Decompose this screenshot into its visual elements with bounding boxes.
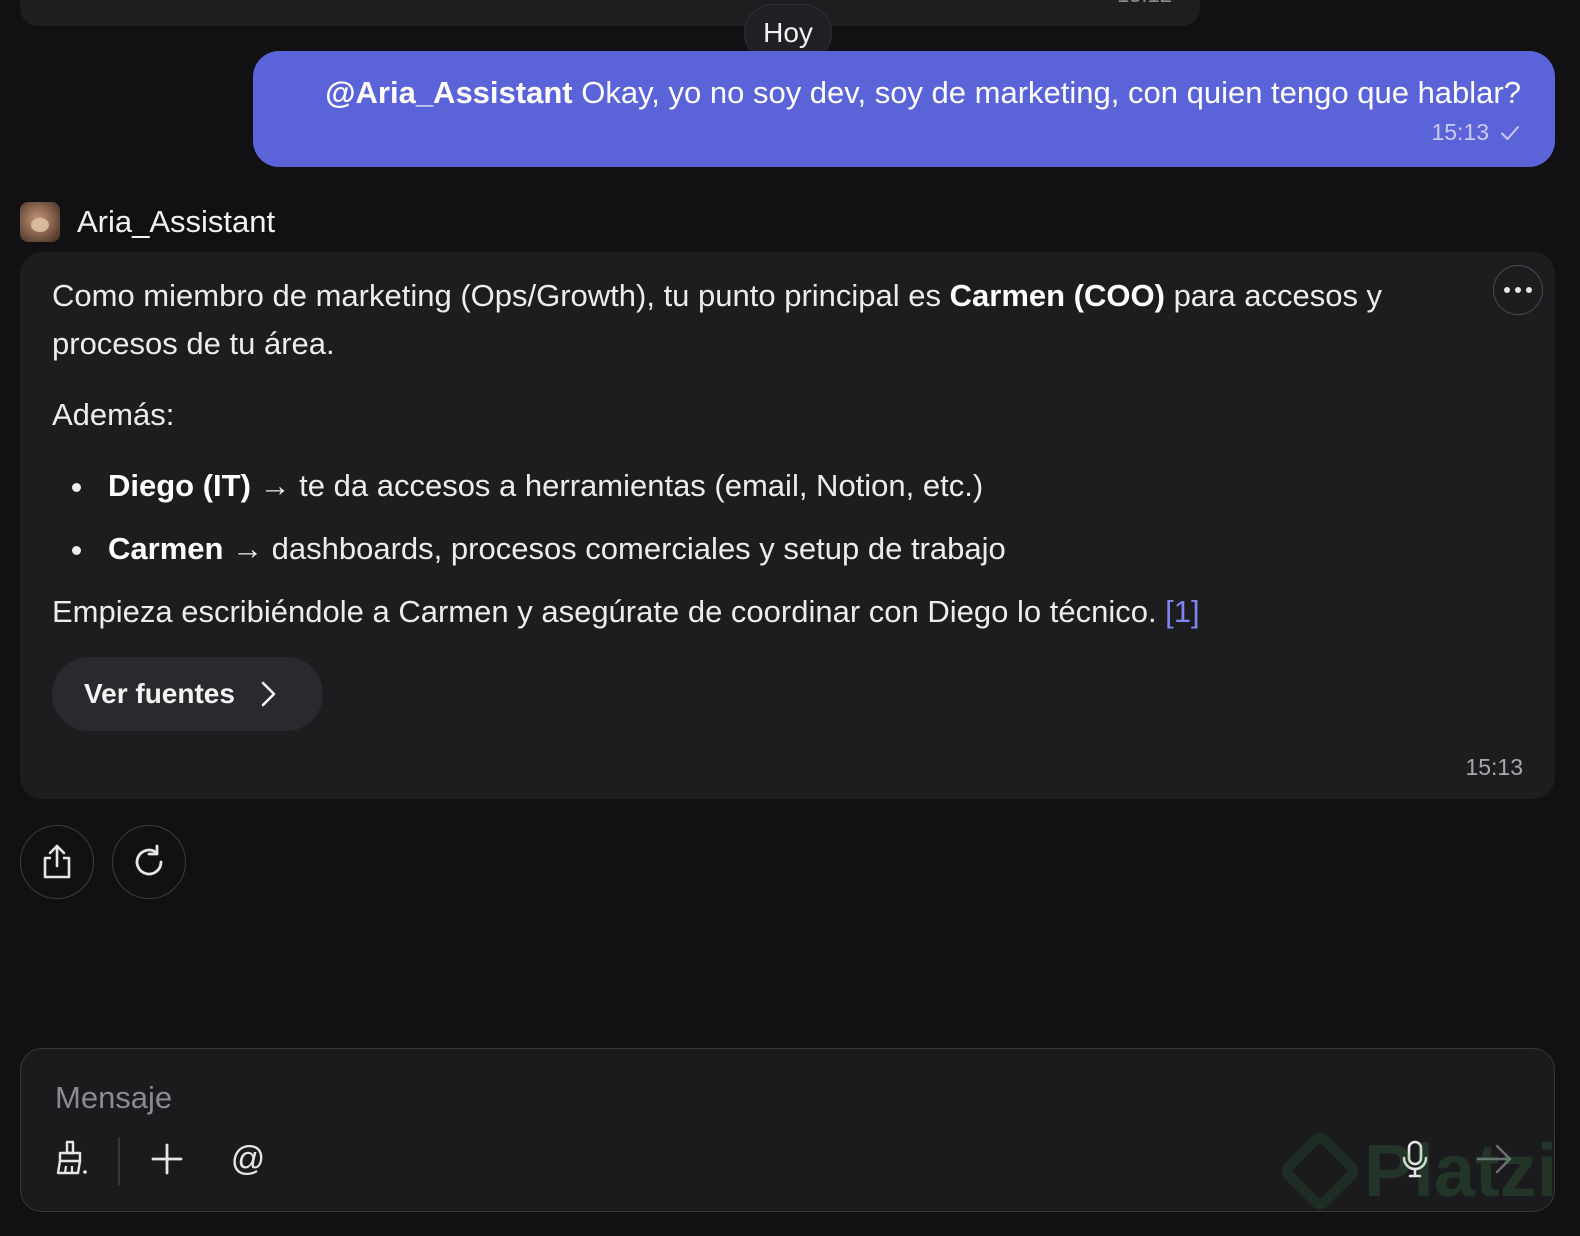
user-message-body: Okay, yo no soy dev, soy de marketing, c… (572, 75, 1521, 110)
sent-check-icon (1501, 125, 1519, 140)
user-message-text: @Aria_Assistant Okay, yo no soy dev, soy… (287, 71, 1521, 115)
assistant-message-card: Como miembro de marketing (Ops/Growth), … (20, 252, 1555, 799)
mention-button[interactable]: @ (226, 1135, 270, 1183)
ellipsis-dot (1504, 287, 1510, 293)
watermark-text: Platzi (1364, 1129, 1558, 1212)
view-sources-label: Ver fuentes (84, 678, 235, 709)
chat-view: 15:12 Hoy @Aria_Assistant Okay, yo no so… (0, 0, 1580, 1236)
add-attachment-button[interactable] (147, 1135, 187, 1183)
previous-message-bubble: 15:12 (20, 0, 1200, 26)
user-message-bubble: @Aria_Assistant Okay, yo no soy dev, soy… (253, 51, 1555, 167)
list-item: Carmen → dashboards, procesos comerciale… (52, 525, 1455, 573)
assistant-paragraph-2: Además: (52, 397, 175, 432)
plus-icon (151, 1143, 183, 1175)
paragraph-3-text: Empieza escribiéndole a Carmen y asegúra… (52, 594, 1166, 629)
regenerate-button[interactable] (112, 825, 186, 899)
user-message-meta: 15:13 (287, 119, 1521, 146)
bullet-bold: Diego (IT) (108, 468, 251, 503)
chevron-right-icon (261, 681, 276, 707)
user-message-time: 15:13 (1431, 119, 1489, 145)
view-sources-button[interactable]: Ver fuentes (52, 657, 323, 731)
assistant-avatar[interactable] (20, 202, 60, 242)
paragraph-1-bold: Carmen (COO) (949, 278, 1165, 313)
assistant-bullet-list: Diego (IT) → te da accesos a herramienta… (52, 462, 1455, 573)
toolbar-divider (118, 1137, 120, 1185)
previous-message-time: 15:12 (1117, 0, 1172, 8)
clear-brush-button[interactable] (51, 1135, 91, 1183)
brush-icon (56, 1140, 87, 1175)
assistant-paragraph-3: Empieza escribiéndole a Carmen y asegúra… (52, 588, 1455, 636)
more-options-button[interactable] (1493, 265, 1543, 315)
assistant-header: Aria_Assistant (20, 201, 275, 243)
share-button[interactable] (20, 825, 94, 899)
bullet-text: → te da accesos a herramientas (email, N… (250, 468, 984, 503)
assistant-name[interactable]: Aria_Assistant (77, 204, 275, 240)
assistant-paragraph-1: Como miembro de marketing (Ops/Growth), … (52, 272, 1455, 368)
refresh-icon (135, 844, 163, 876)
platzi-watermark: Platzi (1277, 1128, 1558, 1213)
share-icon (43, 844, 71, 879)
platzi-logo-icon (1277, 1128, 1363, 1213)
bullet-text: → dashboards, procesos comerciales y set… (223, 531, 1006, 566)
user-message-mention[interactable]: @Aria_Assistant (325, 75, 572, 110)
assistant-message-time: 15:13 (1465, 754, 1523, 780)
ellipsis-dot (1526, 287, 1532, 293)
message-input[interactable] (53, 1073, 1357, 1123)
list-item: Diego (IT) → te da accesos a herramienta… (52, 462, 1455, 510)
ellipsis-dot (1515, 287, 1521, 293)
citation-link[interactable]: [1] (1165, 594, 1199, 629)
paragraph-1-text-a: Como miembro de marketing (Ops/Growth), … (52, 278, 950, 313)
bullet-bold: Carmen (108, 531, 224, 566)
